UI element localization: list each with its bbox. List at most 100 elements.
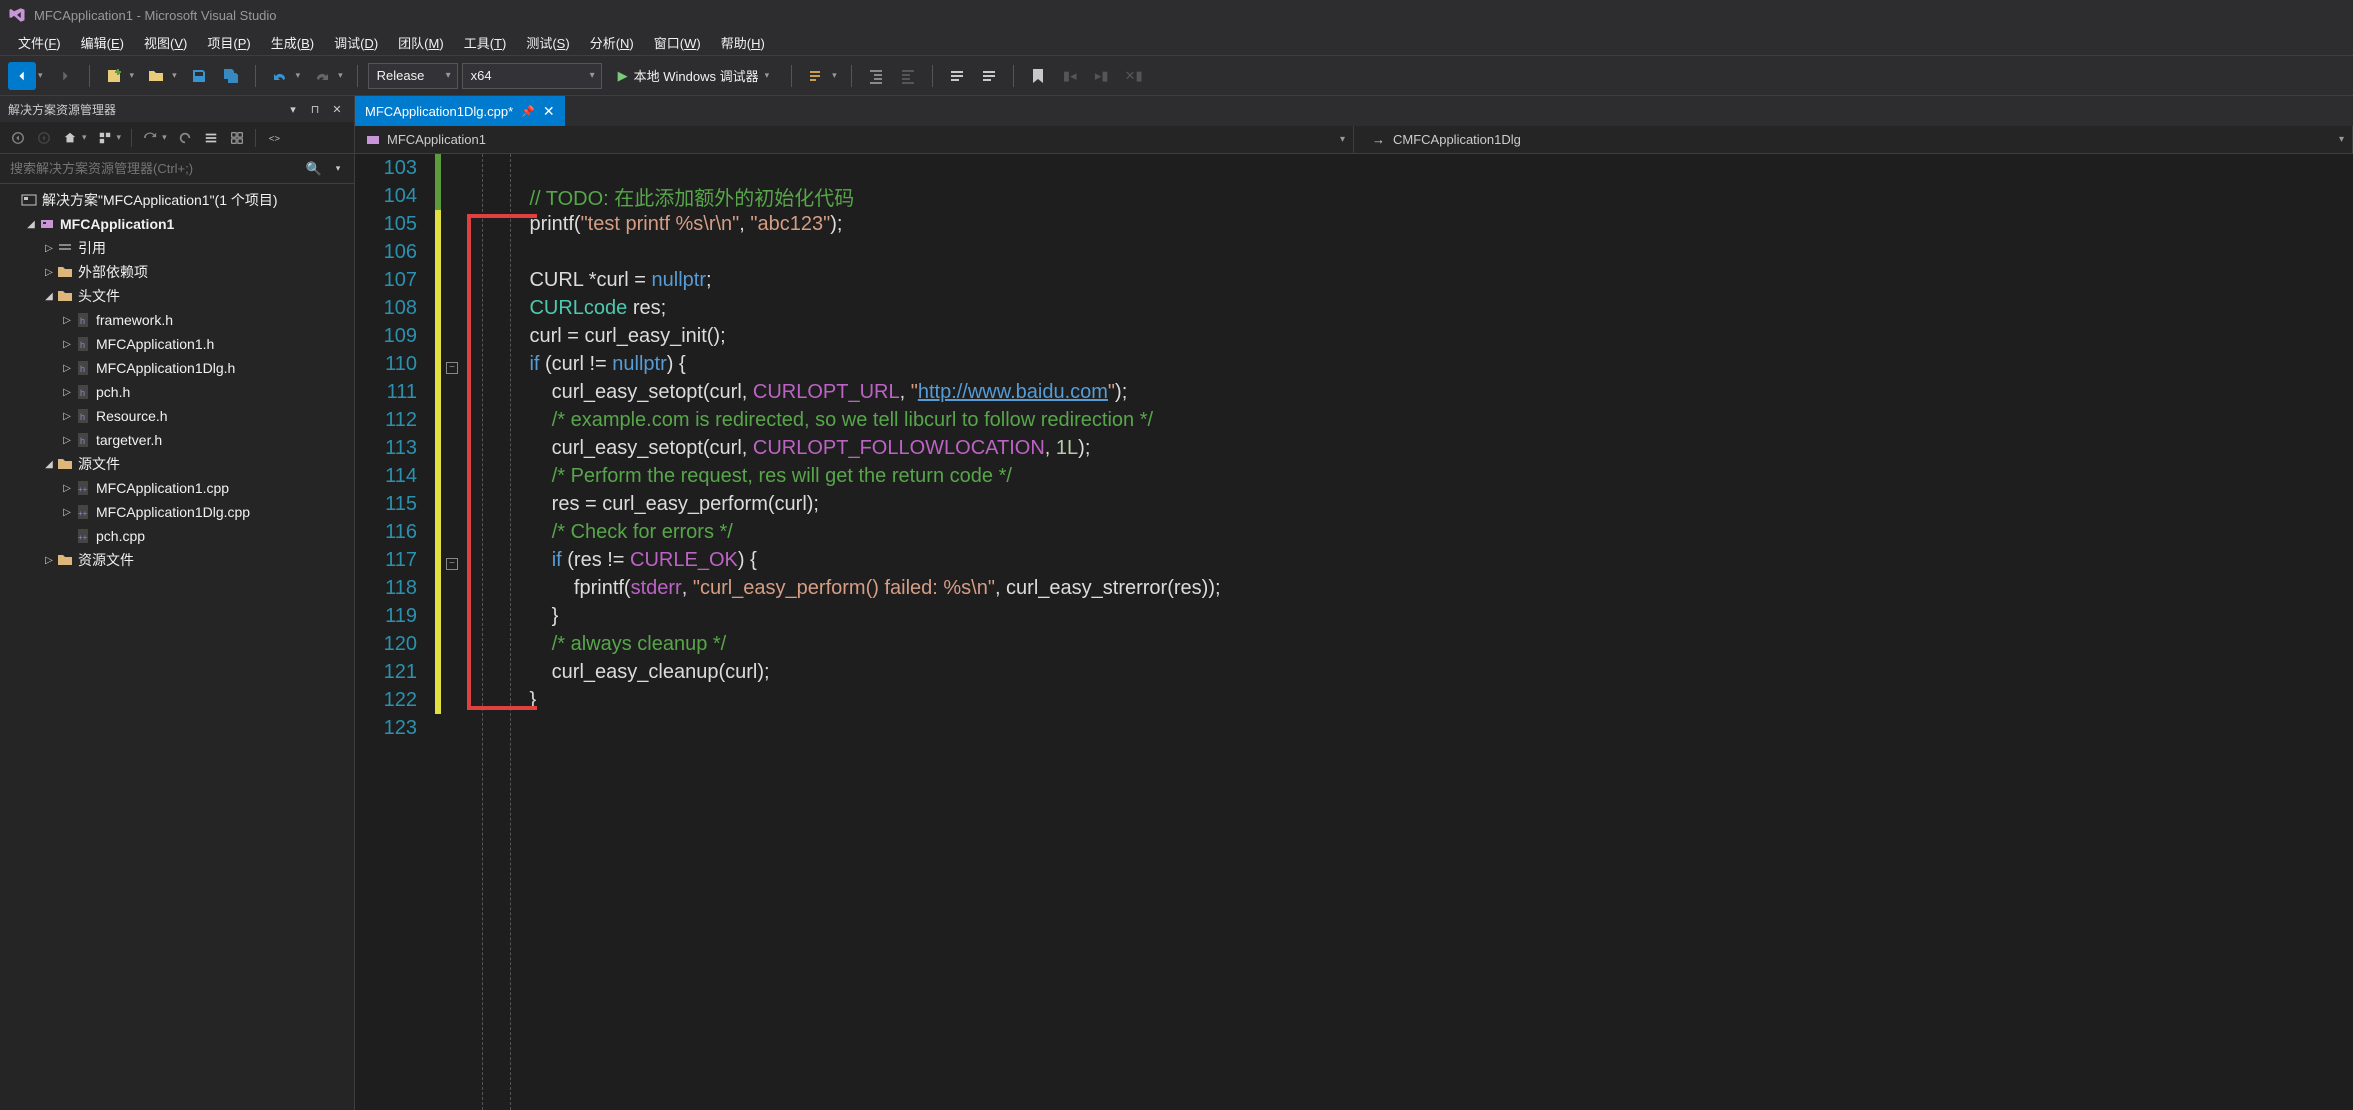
menu-B[interactable]: 生成(B) [261,29,324,56]
search-icon[interactable]: 🔍 [302,161,326,177]
scope-dropdown[interactable]: MFCApplication1 [355,126,1354,153]
back-button[interactable] [6,126,30,150]
undo-button[interactable] [266,62,294,90]
expander-icon[interactable]: ▷ [60,483,74,494]
save-all-button[interactable] [217,62,245,90]
expander-icon[interactable]: ▷ [60,411,74,422]
code-line[interactable]: } [485,686,2353,714]
open-file-button[interactable] [142,62,170,90]
header-file[interactable]: ▷hMFCApplication1Dlg.h [0,356,354,380]
code-line[interactable] [485,154,2353,182]
code-line[interactable]: /* Perform the request, res will get the… [485,462,2353,490]
code-line[interactable]: /* always cleanup */ [485,630,2353,658]
expander-icon[interactable]: ▷ [60,387,74,398]
header-file[interactable]: ▷htargetver.h [0,428,354,452]
expander-icon[interactable]: ▷ [60,363,74,374]
pending-changes-menu[interactable]: ▾ [162,132,171,143]
expander-icon[interactable]: ◢ [42,459,56,470]
menu-M[interactable]: 团队(M) [388,29,454,56]
code-line[interactable]: curl_easy_setopt(curl, CURLOPT_FOLLOWLOC… [485,434,2353,462]
panel-close-button[interactable]: ✕ [328,100,346,118]
menu-S[interactable]: 测试(S) [516,29,579,56]
code-line[interactable]: if (res != CURLE_OK) { [485,546,2353,574]
project-node[interactable]: ◢MFCApplication1 [0,212,354,236]
source-file[interactable]: ▷++MFCApplication1Dlg.cpp [0,500,354,524]
uncomment-button[interactable] [975,62,1003,90]
expander-icon[interactable]: ▷ [60,315,74,326]
menu-T[interactable]: 工具(T) [454,29,517,56]
menu-D[interactable]: 调试(D) [324,29,388,56]
home-menu[interactable]: ▾ [82,132,91,143]
panel-menu-button[interactable]: ▾ [284,100,302,118]
menu-F[interactable]: 文件(F) [8,29,71,56]
fold-toggle[interactable]: − [446,362,458,374]
menu-H[interactable]: 帮助(H) [711,29,775,56]
code-line[interactable]: curl_easy_cleanup(curl); [485,658,2353,686]
code-line[interactable]: curl_easy_setopt(curl, CURLOPT_URL, "htt… [485,378,2353,406]
headers-folder[interactable]: ◢头文件 [0,284,354,308]
nav-back-button[interactable] [8,62,36,90]
switch-views-button[interactable] [93,126,117,150]
expander-icon[interactable]: ▷ [60,507,74,518]
pin-icon[interactable]: 📌 [521,105,535,118]
code-line[interactable]: curl = curl_easy_init(); [485,322,2353,350]
undo-menu[interactable]: ▾ [296,70,305,81]
start-debug-button[interactable]: ▶ 本地 Windows 调试器 ▾ [606,63,782,89]
resources-folder[interactable]: ▷资源文件 [0,548,354,572]
expander-icon[interactable]: ▷ [60,339,74,350]
close-icon[interactable]: ✕ [543,103,555,120]
code-line[interactable] [485,714,2353,742]
code-line[interactable]: printf("test printf %s\r\n", "abc123"); [485,210,2353,238]
code-line[interactable]: CURL *curl = nullptr; [485,266,2353,294]
header-file[interactable]: ▷hResource.h [0,404,354,428]
header-file[interactable]: ▷hpch.h [0,380,354,404]
collapse-all-button[interactable] [199,126,223,150]
save-button[interactable] [185,62,213,90]
clear-bookmarks-button[interactable]: ✕▮ [1120,62,1148,90]
new-item-menu[interactable]: ▾ [130,70,139,81]
expander-icon[interactable]: ◢ [42,291,56,302]
next-bookmark-button[interactable]: ▸▮ [1088,62,1116,90]
code-line[interactable]: fprintf(stderr, "curl_easy_perform() fai… [485,574,2353,602]
fold-column[interactable]: − [441,549,463,572]
menu-W[interactable]: 窗口(W) [644,29,711,56]
class-dropdown[interactable]: → CMFCApplication1Dlg [1354,126,2353,153]
solution-node[interactable]: 解决方案"MFCApplication1"(1 个项目) [0,188,354,212]
code-line[interactable]: // TODO: 在此添加额外的初始化代码 [485,182,2353,210]
comment-button[interactable] [943,62,971,90]
menu-E[interactable]: 编辑(E) [71,29,134,56]
expander-icon[interactable]: ▷ [42,555,56,566]
code-editor[interactable]: 103104105106107108109110−111112113114115… [355,154,2353,1110]
code-line[interactable]: res = curl_easy_perform(curl); [485,490,2353,518]
pending-changes-button[interactable] [138,126,162,150]
indent-increase-button[interactable] [862,62,890,90]
menu-V[interactable]: 视图(V) [134,29,197,56]
external-deps-node[interactable]: ▷外部依赖项 [0,260,354,284]
new-item-button[interactable] [100,62,128,90]
code-line[interactable]: CURLcode res; [485,294,2353,322]
redo-menu[interactable]: ▾ [338,70,347,81]
prev-bookmark-button[interactable]: ▮◂ [1056,62,1084,90]
home-button[interactable] [58,126,82,150]
code-line[interactable] [485,238,2353,266]
expander-icon[interactable]: ◢ [24,219,38,230]
redo-button[interactable] [308,62,336,90]
fold-column[interactable]: − [441,353,463,376]
properties-button[interactable]: <> [262,126,286,150]
menu-N[interactable]: 分析(N) [580,29,644,56]
nav-back-menu[interactable]: ▾ [38,70,47,81]
header-file[interactable]: ▷hMFCApplication1.h [0,332,354,356]
menu-P[interactable]: 项目(P) [197,29,260,56]
search-input[interactable] [4,157,302,180]
open-file-menu[interactable]: ▾ [172,70,181,81]
panel-pin-button[interactable]: ⊓ [306,100,324,118]
code-line[interactable]: if (curl != nullptr) { [485,350,2353,378]
search-menu[interactable]: ▾ [326,163,350,174]
sync-button[interactable] [173,126,197,150]
forward-button[interactable] [32,126,56,150]
source-file[interactable]: ++pch.cpp [0,524,354,548]
config-dropdown[interactable]: Release [368,63,458,89]
find-menu[interactable]: ▾ [832,70,841,81]
references-node[interactable]: ▷引用 [0,236,354,260]
file-tab[interactable]: MFCApplication1Dlg.cpp* 📌 ✕ [355,96,565,126]
